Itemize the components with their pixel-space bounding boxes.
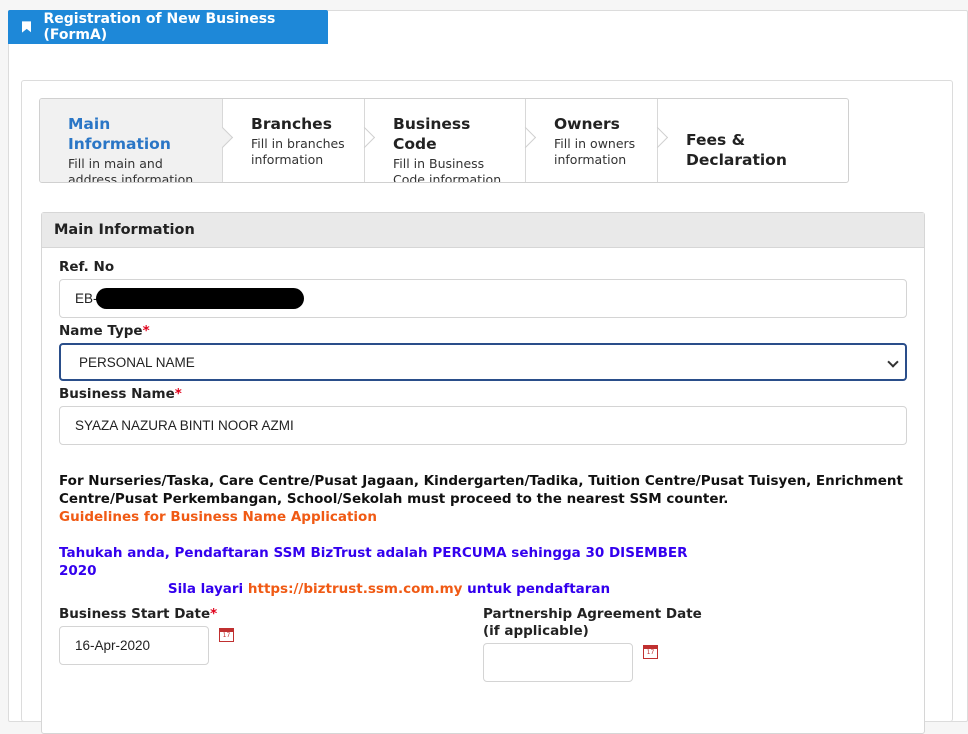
ref-no-label: Ref. No [59,259,114,275]
redacted-block [95,288,304,309]
business-name-label: Business Name* [59,386,182,402]
chevron-down-icon [887,356,899,368]
step-branches[interactable]: Branches Fill in branches information [223,99,376,182]
step-title: Owners [554,115,620,133]
step-title: Fees & Declaration [686,131,787,169]
ref-no-value: EB- [75,291,98,306]
start-date-input[interactable]: 16-Apr-2020 [59,626,209,665]
biztrust-notice-pre: Sila layari [167,581,248,597]
biztrust-notice-line1: Tahukah anda, Pendaftaran SSM BizTrust a… [59,545,688,579]
biztrust-notice-post: untuk pendaftaran [462,581,611,597]
ref-no-label-text: Ref. No [59,259,115,275]
name-type-select[interactable]: PERSONAL NAME [59,343,907,381]
step-title: Main Information [68,115,171,153]
name-type-label-text: Name Type [59,323,143,339]
step-subtitle: information [251,152,324,167]
partnership-date-label-line2: (if applicable) [483,623,589,639]
bookmark-icon [22,21,32,33]
step-title: Branches [251,115,332,133]
business-name-input[interactable]: SYAZA NAZURA BINTI NOOR AZMI [59,406,907,445]
section-title: Main Information [42,213,924,248]
name-type-label: Name Type* [59,323,150,339]
start-date-value: 16-Apr-2020 [75,638,151,653]
ref-no-field: EB- [59,279,907,318]
biztrust-link[interactable]: https://biztrust.ssm.com.my [248,581,463,597]
business-name-value: SYAZA NAZURA BINTI NOOR AZMI [75,418,294,433]
name-type-value: PERSONAL NAME [79,354,195,370]
step-subtitle: Fill in branches [251,136,345,151]
step-subtitle: Fill in owners [554,136,636,151]
partnership-date-label-line1: Partnership Agreement Date [483,606,702,622]
step-main-information[interactable]: Main Information Fill in main and addres… [40,99,234,183]
counter-notice: For Nurseries/Taska, Care Centre/Pusat J… [59,472,904,526]
required-marker: * [210,606,218,622]
business-name-label-text: Business Name [59,386,175,402]
step-business-code[interactable]: Business Code Fill in Business Code info… [365,99,537,183]
step-subtitle: Fill in Business [393,156,485,171]
biztrust-notice-line2: Sila layari https://biztrust.ssm.com.my … [59,580,719,598]
partnership-date-input[interactable] [483,643,633,682]
counter-notice-line2: Centre/Pusat Perkembangan, School/Sekola… [59,491,729,507]
calendar-icon[interactable]: 17 [219,628,234,642]
wizard-steps: Main Information Fill in main and addres… [39,98,849,183]
guidelines-link[interactable]: Guidelines for Business Name Application [59,508,904,526]
biztrust-notice: Tahukah anda, Pendaftaran SSM BizTrust a… [59,544,719,598]
start-date-label-text: Business Start Date [59,606,211,622]
start-date-label: Business Start Date* [59,606,217,622]
step-title: Business Code [393,115,471,153]
required-marker: * [174,386,182,402]
required-marker: * [142,323,150,339]
form-title: Registration of New Business (FormA) [43,11,276,43]
step-subtitle: Code information [393,172,502,183]
step-subtitle: address information [68,172,194,183]
form-title-tab: Registration of New Business (FormA) [8,10,328,44]
counter-notice-line1: For Nurseries/Taska, Care Centre/Pusat J… [59,473,903,489]
step-owners[interactable]: Owners Fill in owners information [526,99,669,182]
step-fees-declaration[interactable]: Fees & Declaration [658,99,848,182]
calendar-icon[interactable]: 17 [643,645,658,659]
step-subtitle: information [554,152,627,167]
step-subtitle: Fill in main and [68,156,163,171]
partnership-date-label: Partnership Agreement Date (if applicabl… [483,606,702,640]
